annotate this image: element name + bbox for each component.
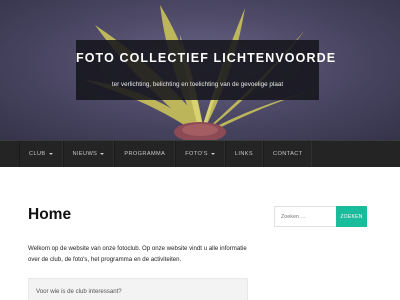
nav-list: CLUB NIEUWS PROGRAMMA FOTO'S LINKS CONTA… [0, 141, 400, 167]
faq-box[interactable]: Voor wie is de club interessant? [28, 278, 248, 300]
nav-item-label: CONTACT [273, 151, 303, 157]
nav-item-club[interactable]: CLUB [19, 141, 63, 167]
nav-item-nieuws[interactable]: NIEUWS [62, 141, 115, 167]
chevron-down-icon [48, 153, 53, 155]
search-input[interactable] [274, 206, 337, 227]
site-title-box: FOTO COLLECTIEF LICHTENVOORDE ter verlic… [76, 40, 335, 100]
site-tagline: ter verlichting, belichting en toelichti… [111, 81, 284, 88]
chevron-down-icon [100, 153, 105, 155]
nav-item-label: FOTO'S [185, 151, 208, 157]
nav-item-links[interactable]: LINKS [224, 141, 264, 167]
main-navigation: CLUB NIEUWS PROGRAMMA FOTO'S LINKS CONTA… [0, 140, 400, 167]
nav-item-label: PROGRAMMA [124, 151, 166, 157]
nav-item-fotos[interactable]: FOTO'S [175, 141, 225, 167]
hero-banner: FOTO COLLECTIEF LICHTENVOORDE ter verlic… [0, 0, 400, 140]
site-title[interactable]: FOTO COLLECTIEF LICHTENVOORDE [76, 51, 335, 65]
nav-item-programma[interactable]: PROGRAMMA [114, 141, 176, 167]
nav-item-label: NIEUWS [72, 151, 98, 157]
page-title: Home [28, 206, 72, 223]
search-button[interactable]: ZOEKEN [336, 206, 367, 227]
nav-item-contact[interactable]: CONTACT [263, 141, 313, 167]
nav-item-label: CLUB [29, 151, 46, 157]
intro-paragraph: Welkom op de website van onze fotoclub. … [28, 245, 247, 263]
chevron-down-icon [210, 153, 215, 155]
nav-item-label: LINKS [234, 151, 254, 157]
faq-question: Voor wie is de club interessant? [36, 288, 122, 295]
